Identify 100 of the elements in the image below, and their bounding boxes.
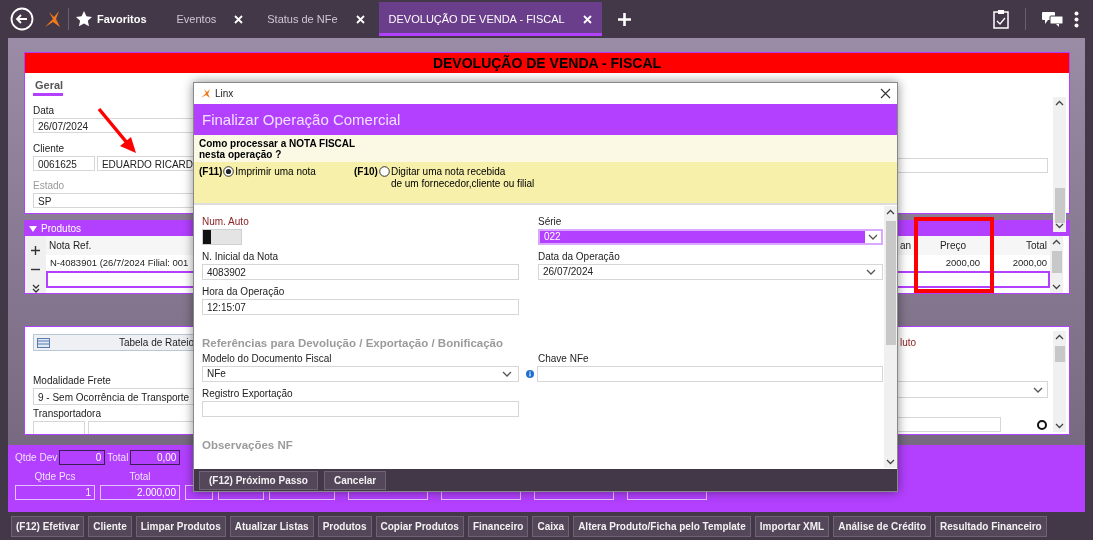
table-cell: N-4083901 (26/7/2024 Filial: 001 (50, 257, 189, 268)
input-field: 0 (59, 450, 106, 465)
scroll-up-icon[interactable] (1055, 334, 1064, 340)
table-cell-text: 2000,00 (1011, 256, 1048, 270)
action-button[interactable]: Altera Produto/Ficha pelo Template (573, 515, 751, 537)
field-label: Data da Operação (538, 251, 621, 262)
scroll-down-icon[interactable] (886, 459, 895, 465)
action-button[interactable]: Análise de Crédito (833, 515, 932, 537)
collapse-icon[interactable] (29, 225, 37, 232)
scroll-thumb[interactable] (1051, 251, 1062, 273)
field-label: Data (33, 105, 55, 116)
tab[interactable]: Geral (33, 79, 63, 96)
dialog-title: Linx (215, 88, 234, 99)
add-tab-icon[interactable] (617, 12, 631, 26)
add-icon[interactable] (31, 246, 40, 255)
dialog-button[interactable]: (F12) Próximo Passo (199, 470, 318, 490)
select-field[interactable] (896, 381, 1048, 398)
favorites-link[interactable]: Favoritos (97, 13, 147, 25)
option-label: Digitar uma nota recebida de um fornecedor,cliente ou filial (390, 166, 535, 190)
input-field: 2.000,00 (100, 485, 180, 500)
column-header: Nota Ref. (49, 240, 92, 251)
field-label: Cliente (33, 143, 65, 154)
toggle-switch[interactable] (202, 229, 242, 245)
select-field[interactable]: NFe (202, 366, 519, 382)
tab[interactable]: DEVOLUÇÃO DE VENDA - FISCAL (378, 2, 602, 36)
field-label: Qtde Dev (15, 452, 58, 463)
scroll-down-icon[interactable] (1052, 284, 1061, 290)
radio-button[interactable] (223, 166, 235, 177)
screen-title: DEVOLUÇÃO DE VENDA - FISCAL (25, 53, 1069, 73)
tab[interactable]: Eventos (166, 2, 254, 36)
scroll-down-icon[interactable] (1055, 223, 1064, 229)
scroll-up-icon[interactable] (1055, 100, 1064, 106)
question-text: Como processar a NOTA FISCAL nesta operação ? (194, 135, 897, 162)
more-icon[interactable] (1074, 10, 1079, 28)
radio-button[interactable] (378, 166, 390, 177)
column-header: an (900, 240, 912, 251)
chevron-down-icon (502, 371, 512, 377)
field-label: Estado (33, 180, 65, 191)
search-icon[interactable] (1036, 418, 1048, 431)
field-label: Modalidade Frete (33, 375, 112, 386)
action-button[interactable]: Produtos (317, 515, 372, 537)
field-label: Modelo do Documento Fiscal (202, 353, 333, 364)
input-field[interactable] (537, 366, 883, 382)
scroll-thumb[interactable] (1054, 188, 1065, 223)
shortcut-label: (F11) (199, 166, 223, 177)
column-header: Preço (939, 240, 967, 251)
action-button[interactable]: Caixa (532, 515, 570, 537)
field-label: Chave NFe (538, 353, 590, 364)
scroll-thumb[interactable] (1054, 346, 1065, 362)
field-label: Registro Exportação (202, 388, 294, 399)
field-label: Hora da Operação (202, 286, 286, 297)
scroll-down-icon[interactable] (1055, 423, 1064, 429)
action-button[interactable]: Copiar Produtos (375, 515, 464, 537)
field-label: Total (129, 471, 151, 482)
input-field[interactable] (896, 158, 1048, 173)
table-icon (37, 337, 50, 348)
input-field[interactable] (33, 421, 85, 434)
chat-icon[interactable] (1042, 11, 1064, 27)
star-icon (75, 10, 93, 28)
input-field: 0,00 (130, 450, 181, 465)
section-heading: Observações NF (202, 439, 294, 451)
shortcut-label: (F10) (354, 166, 378, 177)
input-field[interactable]: 4083902 (202, 264, 519, 280)
field-label: Transportadora (33, 408, 102, 419)
field-label: Qtde Pcs (34, 471, 76, 482)
input-field[interactable]: 0061625 (33, 156, 95, 171)
action-button[interactable]: Financeiro (467, 515, 529, 537)
section-heading: Referências para Devolução / Exportação / Bonificação (202, 337, 505, 349)
action-button[interactable]: Limpar Produtos (135, 515, 226, 537)
action-button[interactable]: Resultado Financeiro (935, 515, 1047, 537)
back-icon[interactable] (10, 7, 34, 31)
tab[interactable]: Status de NFe (257, 2, 375, 36)
input-field[interactable] (202, 401, 519, 417)
clipboard-icon[interactable] (993, 9, 1009, 29)
action-button[interactable]: Importar XML (754, 515, 830, 537)
input-field: 1 (15, 485, 95, 500)
chevron-down-icon (868, 234, 878, 240)
option-label: Imprimir uma nota (235, 166, 316, 178)
select-field[interactable]: 022 (538, 229, 883, 245)
expand-icon[interactable] (31, 284, 40, 293)
action-button[interactable]: Cliente (88, 515, 132, 537)
action-button[interactable]: Atualizar Listas (229, 515, 314, 537)
chevron-down-icon (866, 269, 876, 275)
scroll-up-icon[interactable] (1052, 239, 1061, 245)
chevron-down-icon (1033, 386, 1043, 393)
action-button[interactable]: (F12) Efetivar (11, 515, 85, 537)
input-field[interactable] (896, 417, 1001, 432)
field-label: Num. Auto (202, 216, 250, 227)
close-icon[interactable] (880, 88, 891, 99)
dialog-button[interactable]: Cancelar (323, 470, 387, 490)
column-header: Total (1025, 240, 1047, 251)
select-field[interactable]: 26/07/2024 (538, 264, 883, 280)
input-field[interactable]: 12:15:07 (202, 299, 519, 315)
field-label: N. Inicial da Nota (202, 251, 280, 262)
field-label: Série (538, 216, 563, 227)
dialog-heading: Finalizar Operação Comercial (194, 104, 897, 135)
scroll-up-icon[interactable] (886, 209, 895, 215)
section-title: Produtos (41, 223, 82, 234)
field-label: luto (900, 337, 917, 348)
scroll-thumb[interactable] (885, 221, 896, 345)
